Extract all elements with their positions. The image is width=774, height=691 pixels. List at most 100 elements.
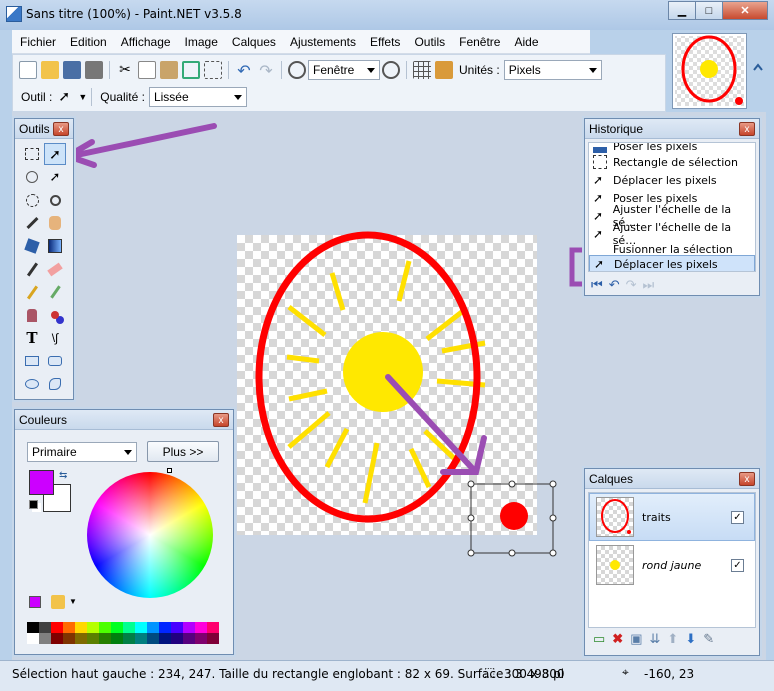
color-wheel-marker[interactable] xyxy=(167,468,172,473)
history-item[interactable]: Poser les pixels xyxy=(589,143,755,153)
rectangle-shape-icon[interactable] xyxy=(21,350,43,372)
move-layer-up-icon[interactable]: ⬆ xyxy=(667,631,678,647)
quality-value: Lissée xyxy=(153,90,189,104)
close-button[interactable]: ✕ xyxy=(722,1,768,20)
pan-hand-icon[interactable] xyxy=(44,212,66,234)
menu-calques[interactable]: Calques xyxy=(232,35,276,49)
menu-edition[interactable]: Edition xyxy=(70,35,107,49)
merge-layer-down-icon[interactable]: ⇊ xyxy=(650,631,661,647)
duplicate-layer-icon[interactable]: ▣ xyxy=(630,631,642,647)
quality-combo[interactable]: Lissée xyxy=(148,87,247,107)
layer-row-rond-jaune[interactable]: rond jaune ✓ xyxy=(589,541,755,589)
open-folder-icon[interactable] xyxy=(41,61,59,79)
gradient-icon[interactable] xyxy=(44,235,66,257)
units-combo[interactable]: Pixels xyxy=(503,60,602,80)
deselect-icon[interactable] xyxy=(204,61,222,79)
add-to-palette-icon[interactable] xyxy=(29,596,41,608)
close-icon[interactable]: x xyxy=(739,122,755,136)
paste-icon[interactable] xyxy=(160,61,178,79)
image-thumbnail[interactable] xyxy=(672,33,747,109)
fast-forward-icon[interactable]: ⏭ xyxy=(643,277,655,293)
text-icon[interactable]: T xyxy=(21,327,43,349)
menu-image[interactable]: Image xyxy=(185,35,218,49)
zoom-combo[interactable]: Fenêtre xyxy=(308,60,380,80)
grid-icon[interactable] xyxy=(413,61,431,79)
menu-affichage[interactable]: Affichage xyxy=(121,35,171,49)
rectangle-select-icon[interactable] xyxy=(21,143,43,165)
move-layer-down-icon[interactable]: ⬇ xyxy=(685,631,696,647)
undo-icon[interactable]: ↶ xyxy=(235,61,253,80)
maximize-button[interactable]: □ xyxy=(695,1,723,20)
line-curve-icon[interactable]: \∫ xyxy=(44,327,66,349)
layer-properties-icon[interactable]: ✎ xyxy=(703,631,714,647)
palette-menu-icon[interactable] xyxy=(51,595,65,609)
pencil-icon[interactable] xyxy=(21,281,43,303)
crop-icon[interactable] xyxy=(182,61,200,79)
lasso-select-icon[interactable] xyxy=(21,166,43,188)
minimize-button[interactable]: ▁ xyxy=(668,1,696,20)
units-value: Pixels xyxy=(508,63,541,77)
reset-colors-icon[interactable] xyxy=(29,500,38,509)
recolor-icon[interactable] xyxy=(44,304,66,326)
menu-ajustements[interactable]: Ajustements xyxy=(290,35,356,49)
thumbnail-toggle-icon[interactable] xyxy=(752,60,764,78)
ellipse-select-icon[interactable] xyxy=(21,189,43,211)
chevron-down-icon[interactable]: ▼ xyxy=(69,597,77,606)
image-canvas[interactable] xyxy=(237,231,537,535)
close-icon[interactable]: x xyxy=(213,413,229,427)
close-icon[interactable]: x xyxy=(739,472,755,486)
ruler-icon[interactable] xyxy=(435,61,453,79)
color-palette[interactable] xyxy=(27,622,219,644)
rewind-icon[interactable]: ⏮ xyxy=(591,277,603,293)
clone-stamp-icon[interactable] xyxy=(21,304,43,326)
layer-row-traits[interactable]: traits ✓ xyxy=(589,493,755,541)
history-item[interactable]: Rectangle de sélection xyxy=(589,153,755,171)
history-panel-title: Historique x xyxy=(585,119,759,139)
layer-visibility-checkbox[interactable]: ✓ xyxy=(731,558,744,572)
move-pixels-icon: ➚ xyxy=(593,173,604,187)
menu-fichier[interactable]: Fichier xyxy=(20,35,56,49)
delete-layer-icon[interactable]: ✖ xyxy=(612,631,623,647)
chevron-down-icon[interactable]: ▼ xyxy=(78,92,87,102)
zoom-icon[interactable] xyxy=(44,189,66,211)
print-icon[interactable] xyxy=(85,61,103,79)
rounded-rectangle-icon[interactable] xyxy=(44,350,66,372)
add-layer-icon[interactable]: ▭ xyxy=(593,631,605,647)
menu-outils[interactable]: Outils xyxy=(414,35,445,49)
copy-icon[interactable] xyxy=(138,61,156,79)
move-selected-pixels-icon[interactable]: ➚ xyxy=(44,143,66,165)
cut-icon[interactable]: ✂ xyxy=(116,61,134,79)
new-file-icon[interactable] xyxy=(19,61,37,79)
menu-effets[interactable]: Effets xyxy=(370,35,400,49)
zoom-in-icon[interactable] xyxy=(382,61,400,79)
color-picker-icon[interactable] xyxy=(44,281,66,303)
history-item[interactable]: ➚ Ajuster l'échelle de la sé… xyxy=(589,221,755,247)
redo-icon[interactable]: ↷ xyxy=(626,277,637,293)
menu-aide[interactable]: Aide xyxy=(514,35,538,49)
magic-wand-icon[interactable] xyxy=(21,212,43,234)
history-item[interactable]: ➚ Déplacer les pixels xyxy=(589,171,755,189)
undo-icon[interactable]: ↶ xyxy=(609,277,620,293)
paintbrush-icon[interactable] xyxy=(21,258,43,280)
move-selection-icon[interactable]: ➚ xyxy=(44,166,66,188)
resize-icon: ➚ xyxy=(593,227,604,241)
save-icon[interactable] xyxy=(63,61,81,79)
swap-colors-icon[interactable]: ⇆ xyxy=(59,470,67,481)
more-colors-button[interactable]: Plus >> xyxy=(147,441,219,462)
history-item[interactable]: Fusionner la sélection xyxy=(589,243,755,255)
ellipse-shape-icon[interactable] xyxy=(21,373,43,395)
primary-color-swatch[interactable] xyxy=(29,470,54,495)
color-mode-combo[interactable]: Primaire xyxy=(27,442,137,462)
layer-visibility-checkbox[interactable]: ✓ xyxy=(731,510,744,524)
freeform-shape-icon[interactable] xyxy=(44,373,66,395)
paint-bucket-icon[interactable] xyxy=(21,235,43,257)
history-item-selected[interactable]: ➚ Déplacer les pixels xyxy=(589,255,755,271)
eraser-icon[interactable] xyxy=(44,258,66,280)
move-pixels-tool-icon[interactable]: ➚ xyxy=(58,88,76,106)
menu-fenetre[interactable]: Fenêtre xyxy=(459,35,500,49)
zoom-out-icon[interactable] xyxy=(288,61,306,79)
close-icon[interactable]: x xyxy=(53,122,69,136)
color-wheel[interactable] xyxy=(87,472,213,598)
layers-list: traits ✓ rond jaune ✓ xyxy=(588,492,756,628)
redo-icon[interactable]: ↷ xyxy=(257,61,275,80)
